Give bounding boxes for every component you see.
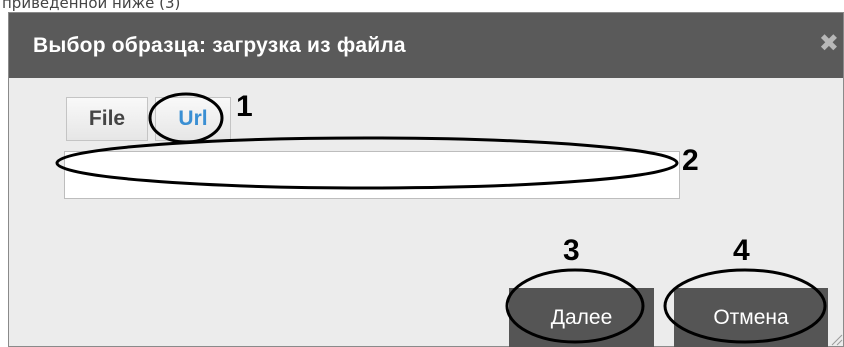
tab-url[interactable]: Url [155, 97, 231, 141]
annotation-marker-4: 4 [733, 234, 750, 267]
resize-grip-icon[interactable] [829, 332, 843, 346]
dialog-titlebar[interactable]: Выбор образца: загрузка из файла ✖ [9, 13, 843, 78]
page: приведенной ниже (3) Выбор образца: загр… [0, 0, 844, 347]
dialog-title: Выбор образца: загрузка из файла [33, 34, 406, 57]
close-icon[interactable]: ✖ [819, 31, 839, 55]
cancel-button[interactable]: Отмена [674, 288, 828, 347]
annotation-marker-3: 3 [563, 234, 580, 267]
url-input[interactable] [64, 151, 680, 199]
annotation-marker-2: 2 [682, 144, 699, 177]
next-button[interactable]: Далее [509, 288, 654, 347]
cropped-caption-text: приведенной ниже (3) [2, 0, 181, 12]
sample-selection-dialog: Выбор образца: загрузка из файла ✖ File … [8, 12, 844, 347]
annotation-marker-1: 1 [236, 90, 253, 123]
tab-file[interactable]: File [66, 97, 148, 141]
